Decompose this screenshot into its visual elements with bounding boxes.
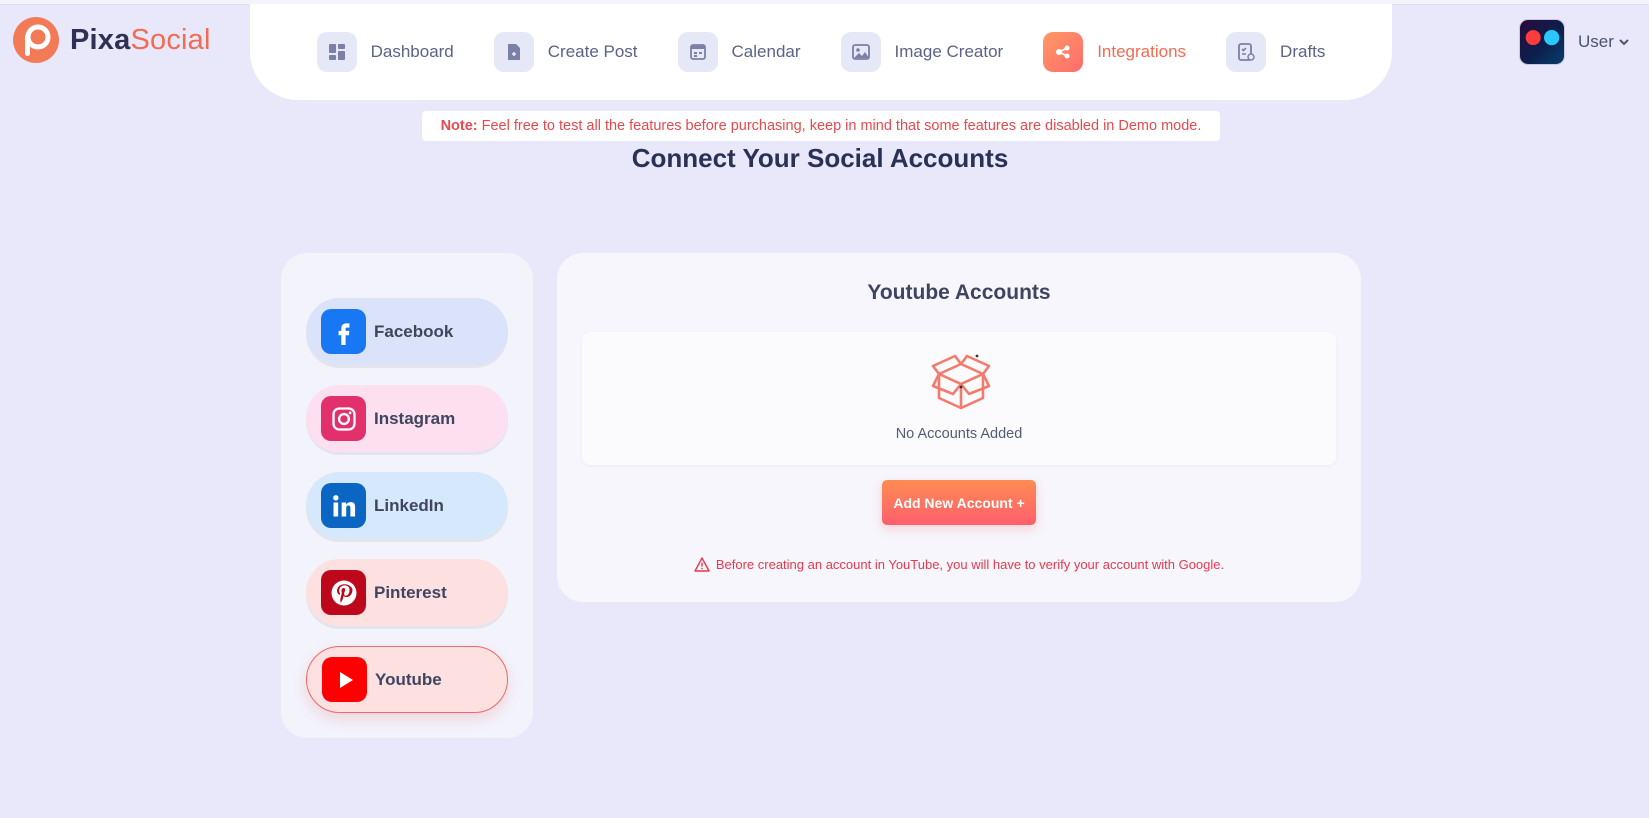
image-icon <box>840 32 881 72</box>
nav-image-creator-label: Image Creator <box>894 42 1004 61</box>
user-menu[interactable]: User <box>1520 20 1630 64</box>
platform-pinterest-label: Pinterest <box>374 582 447 602</box>
nav-calendar[interactable]: Calendar <box>677 32 801 72</box>
accounts-panel-title: Youtube Accounts <box>867 281 1051 304</box>
nav-calendar-label: Calendar <box>731 42 801 61</box>
empty-state-text: No Accounts Added <box>895 426 1023 442</box>
nav-drafts-label: Drafts <box>1280 42 1326 61</box>
nav-create-post[interactable]: Create Post <box>493 32 638 72</box>
user-label: User <box>1578 32 1614 51</box>
create-post-icon <box>493 32 534 72</box>
chevron-down-icon <box>1619 39 1629 46</box>
main-nav: Dashboard Create Post Calendar Image Cre… <box>250 4 1392 100</box>
platform-youtube-label: Youtube <box>375 669 442 689</box>
calendar-icon <box>677 32 718 72</box>
platform-linkedin-button[interactable]: LinkedIn <box>306 472 508 539</box>
platform-instagram-button[interactable]: Instagram <box>306 385 508 452</box>
integrations-icon <box>1043 32 1084 72</box>
pinterest-icon <box>321 570 366 615</box>
drafts-icon <box>1226 32 1267 72</box>
warning-icon <box>694 557 710 572</box>
platform-youtube-button[interactable]: Youtube <box>306 646 508 713</box>
brand-name-part2: Social <box>130 23 211 56</box>
platform-instagram-label: Instagram <box>374 408 456 428</box>
add-account-button[interactable]: Add New Account + <box>882 480 1036 525</box>
verification-warning: Before creating an account in YouTube, y… <box>557 557 1361 572</box>
platform-facebook-label: Facebook <box>374 321 454 341</box>
accounts-panel: Youtube Accounts No Accounts Added Add N… <box>557 253 1361 602</box>
linkedin-icon <box>321 483 366 528</box>
pixasocial-logo-icon <box>13 17 59 63</box>
empty-state: No Accounts Added <box>582 332 1336 465</box>
platform-list: Facebook Instagram LinkedIn Pinterest Yo… <box>281 253 533 738</box>
nav-integrations-label: Integrations <box>1097 42 1187 61</box>
instagram-icon <box>321 396 366 441</box>
nav-create-post-label: Create Post <box>547 42 638 61</box>
nav-dashboard[interactable]: Dashboard <box>316 32 454 72</box>
platform-facebook-button[interactable]: Facebook <box>306 298 508 365</box>
brand-logo[interactable]: PixaSocial <box>12 16 211 64</box>
dashboard-icon <box>316 32 357 72</box>
note-prefix: Note: <box>440 118 478 134</box>
youtube-icon <box>322 657 367 702</box>
note-text: Feel free to test all the features befor… <box>481 118 1202 134</box>
empty-box-icon <box>931 354 991 410</box>
platform-linkedin-label: LinkedIn <box>374 495 444 515</box>
page-title: Connect Your Social Accounts <box>631 143 1009 173</box>
avatar[interactable] <box>1520 20 1564 64</box>
warning-text: Before creating an account in YouTube, y… <box>715 557 1225 572</box>
platform-pinterest-button[interactable]: Pinterest <box>306 559 508 626</box>
user-dropdown[interactable]: User <box>1578 32 1630 52</box>
nav-drafts[interactable]: Drafts <box>1226 32 1325 72</box>
nav-integrations[interactable]: Integrations <box>1043 32 1186 72</box>
brand-name: PixaSocial <box>70 24 211 57</box>
demo-note: Note: Feel free to test all the features… <box>422 111 1220 141</box>
facebook-icon <box>321 309 366 354</box>
nav-image-creator[interactable]: Image Creator <box>840 32 1004 72</box>
nav-dashboard-label: Dashboard <box>370 42 454 61</box>
brand-name-part1: Pixa <box>70 23 131 56</box>
